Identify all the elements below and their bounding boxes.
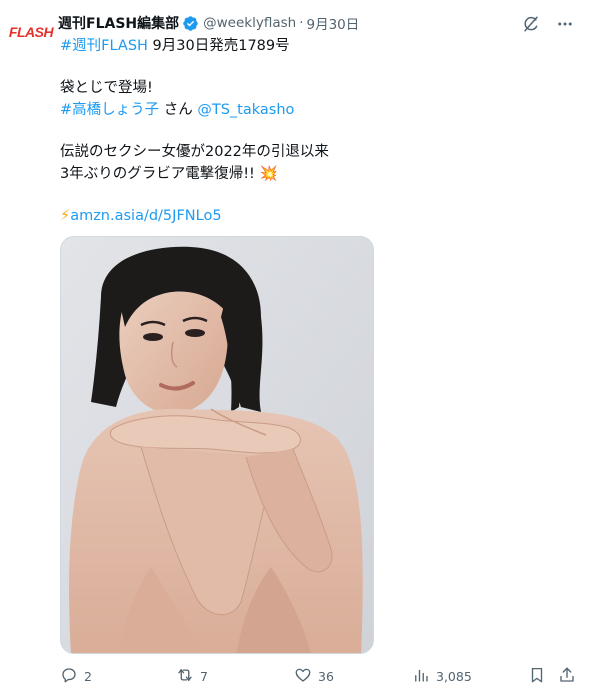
analytics-icon bbox=[412, 666, 430, 687]
repost-count: 7 bbox=[200, 668, 208, 684]
view-count: 3,085 bbox=[436, 668, 472, 684]
reply-count: 2 bbox=[84, 668, 92, 684]
like-button[interactable]: 36 bbox=[294, 664, 334, 688]
tweet-text: #週刊FLASH 9月30日発売1789号 袋とじで登場! #高橋しょう子 さん… bbox=[60, 35, 570, 227]
bookmark-button[interactable] bbox=[528, 664, 546, 688]
repost-button[interactable]: 7 bbox=[176, 664, 208, 688]
reply-icon bbox=[60, 666, 78, 687]
grok-icon[interactable] bbox=[521, 14, 541, 34]
text-line-1: #週刊FLASH 9月30日発売1789号 bbox=[60, 35, 570, 57]
collision-emoji: 💥 bbox=[259, 166, 278, 182]
post-date[interactable]: 9月30日 bbox=[307, 13, 360, 33]
bookmark-icon bbox=[528, 666, 546, 687]
amazon-link[interactable]: amzn.asia/d/5JFNLo5 bbox=[70, 205, 221, 227]
honorific-text: さん bbox=[159, 102, 198, 118]
verified-badge-icon bbox=[182, 15, 199, 32]
hashtag-weekly-flash[interactable]: #週刊FLASH bbox=[60, 35, 148, 57]
text-line-4: 伝説のセクシー女優が2022年の引退以来 bbox=[60, 144, 329, 160]
more-options-icon[interactable] bbox=[555, 14, 575, 34]
mention-ts-takasho[interactable]: @TS_takasho bbox=[197, 99, 294, 121]
reply-button[interactable]: 2 bbox=[60, 664, 92, 688]
comeback-text: 3年ぶりのグラビア電撃復帰!! bbox=[60, 166, 260, 182]
issue-info: 9月30日発売1789号 bbox=[147, 38, 290, 54]
share-icon bbox=[558, 666, 576, 687]
repost-icon bbox=[176, 666, 194, 687]
avatar-logo-text: FLASH bbox=[8, 24, 54, 40]
tweet: FLASH 週刊FLASH編集部 @weeklyflash · 9月30日 #週… bbox=[0, 0, 589, 698]
handle[interactable]: @weeklyflash bbox=[203, 15, 296, 31]
separator-dot: · bbox=[299, 15, 304, 31]
avatar[interactable]: FLASH bbox=[8, 22, 54, 42]
display-name[interactable]: 週刊FLASH編集部 bbox=[58, 13, 179, 33]
like-count: 36 bbox=[318, 668, 334, 684]
photo-illustration bbox=[61, 237, 373, 653]
hashtag-takahashi-shoko[interactable]: #高橋しょう子 bbox=[60, 99, 159, 121]
action-bar: 2 7 36 3,085 bbox=[60, 664, 580, 688]
text-line-5: 3年ぶりのグラビア電撃復帰!! 💥 bbox=[60, 163, 570, 185]
top-actions bbox=[521, 14, 575, 34]
lightning-emoji: ⚡ bbox=[60, 208, 71, 224]
views-button[interactable]: 3,085 bbox=[412, 664, 472, 688]
media-photo[interactable] bbox=[60, 236, 374, 654]
heart-icon bbox=[294, 666, 312, 687]
share-button[interactable] bbox=[558, 664, 576, 688]
text-line-2: 袋とじで登場! bbox=[60, 80, 153, 96]
text-line-6: ⚡ amzn.asia/d/5JFNLo5 bbox=[60, 205, 570, 227]
text-line-3: #高橋しょう子 さん @TS_takasho bbox=[60, 99, 570, 121]
tweet-header: 週刊FLASH編集部 @weeklyflash · 9月30日 bbox=[58, 12, 359, 34]
